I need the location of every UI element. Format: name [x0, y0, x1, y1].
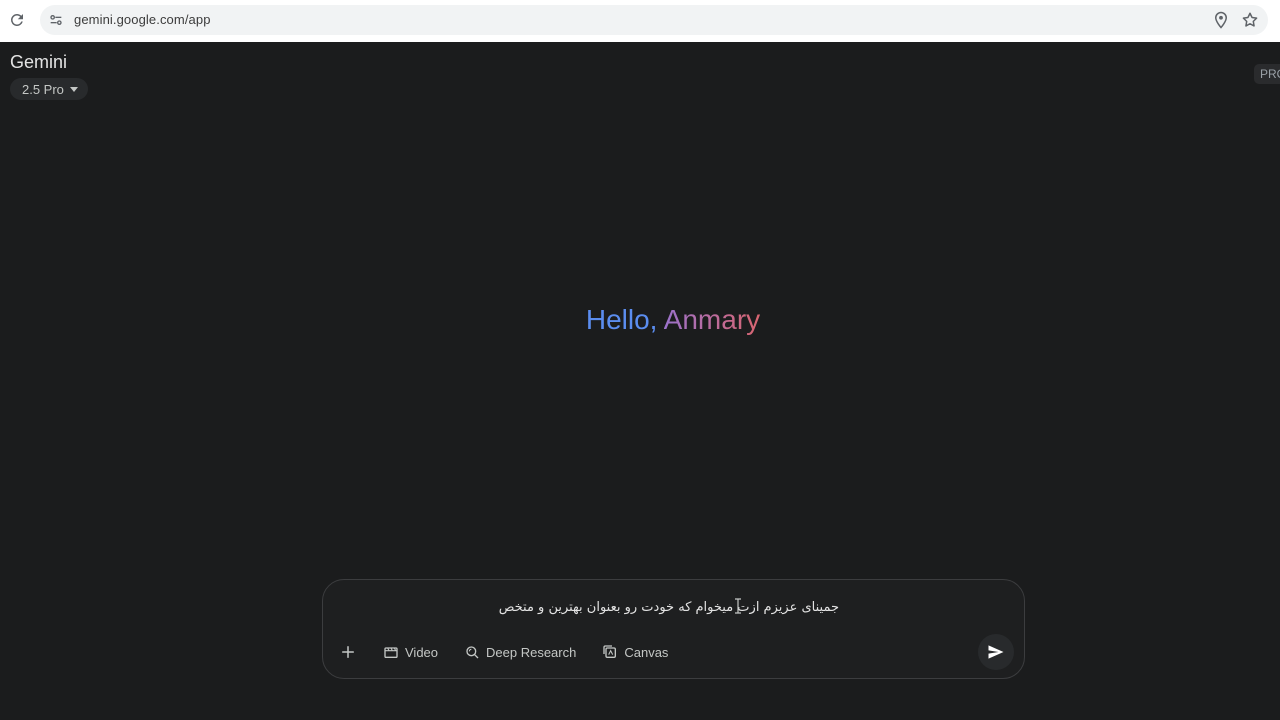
video-tool-button[interactable]: Video	[383, 640, 438, 664]
model-label: 2.5 Pro	[22, 81, 64, 97]
greeting-hello: Hello,	[585, 304, 658, 335]
canvas-tool-button[interactable]: Canvas	[602, 640, 668, 664]
add-icon[interactable]	[339, 643, 357, 661]
browser-toolbar: gemini.google.com/app	[0, 0, 1280, 42]
site-info-icon[interactable]	[48, 12, 64, 28]
app-title: Gemini	[10, 52, 68, 72]
prompt-toolbar: Video Deep Research Canvas	[339, 640, 694, 664]
gemini-app: Gemini 2.5 Pro PRO Hello, Anmary Video	[0, 42, 1280, 720]
deep-research-icon	[466, 646, 479, 659]
bookmark-star-icon[interactable]	[1241, 11, 1259, 29]
prompt-box: Video Deep Research Canvas	[322, 579, 1025, 679]
location-pin-icon[interactable]	[1212, 11, 1230, 29]
model-selector[interactable]: 2.5 Pro	[10, 78, 88, 100]
prompt-input[interactable]	[339, 596, 839, 618]
video-icon	[384, 647, 398, 658]
greeting: Hello, Anmary	[0, 300, 1280, 340]
deep-research-tool-button[interactable]: Deep Research	[464, 640, 576, 664]
pro-badge[interactable]: PRO	[1254, 64, 1280, 84]
address-bar[interactable]: gemini.google.com/app	[40, 5, 1268, 35]
greeting-name: Anmary	[663, 304, 761, 335]
send-icon	[988, 645, 1004, 659]
chevron-down-icon	[69, 86, 78, 92]
url-text[interactable]: gemini.google.com/app	[74, 12, 211, 27]
send-button[interactable]	[978, 634, 1014, 670]
reload-icon[interactable]	[8, 11, 26, 29]
canvas-icon	[603, 645, 617, 658]
text-cursor-icon	[735, 598, 741, 614]
deep-research-label: Deep Research	[486, 644, 577, 660]
canvas-label: Canvas	[624, 644, 669, 660]
video-label: Video	[405, 644, 439, 660]
